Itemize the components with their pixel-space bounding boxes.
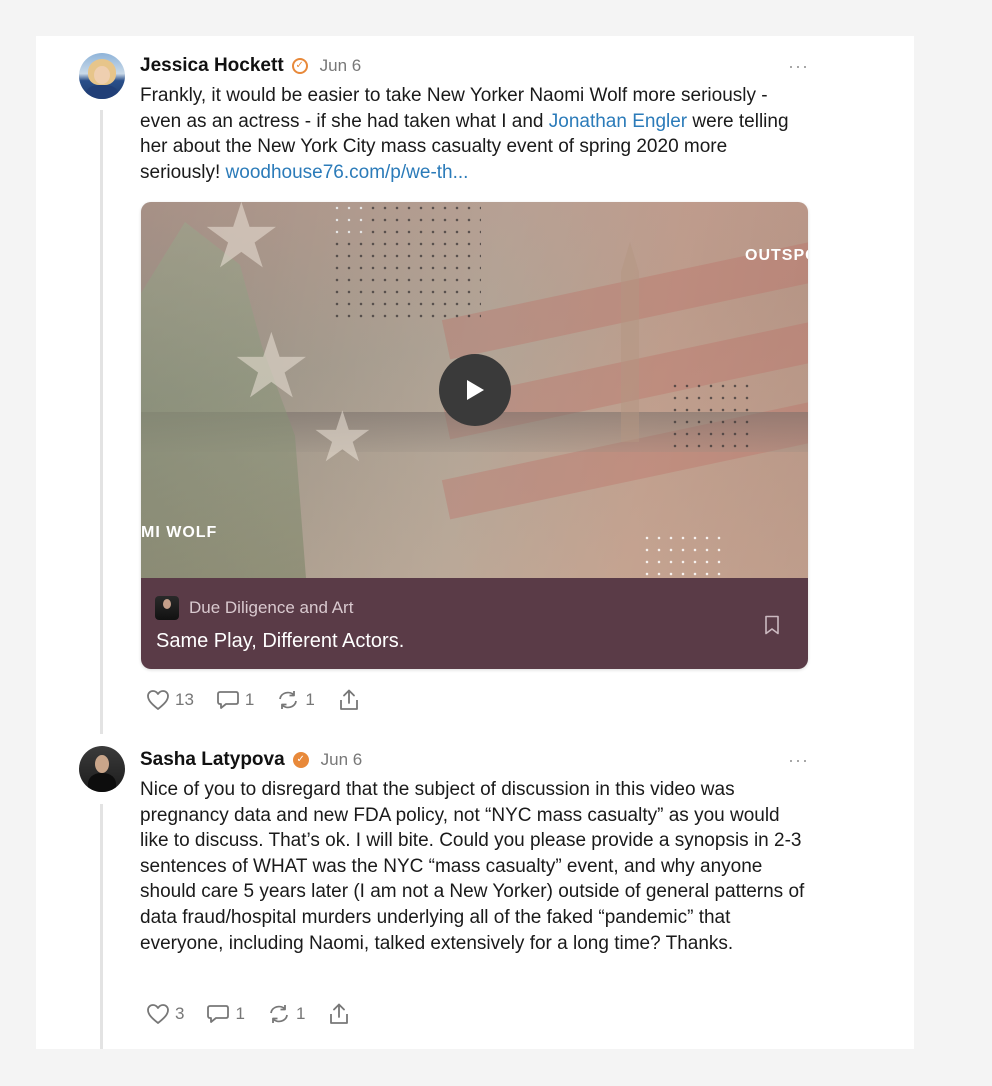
- play-button[interactable]: [439, 354, 511, 426]
- video-overlay-text: OUTSPO: [745, 247, 808, 264]
- video-thumbnail[interactable]: ★ ★ ★ OUTSPO MI WOLF: [141, 202, 808, 578]
- embed-footer[interactable]: Due Diligence and Art Same Play, Differe…: [141, 578, 808, 669]
- heart-icon: [147, 1004, 169, 1024]
- reply-button[interactable]: 1: [206, 1003, 245, 1025]
- comment-date[interactable]: Jun 6: [320, 56, 362, 76]
- comment-actions: 13 1 1: [146, 688, 388, 712]
- comment-date[interactable]: Jun 6: [321, 750, 363, 770]
- avatar[interactable]: [79, 53, 125, 99]
- reply-button[interactable]: 1: [216, 689, 254, 711]
- mention-link[interactable]: Jonathan Engler: [549, 111, 687, 132]
- heart-icon: [147, 690, 169, 710]
- restack-button[interactable]: 1: [267, 1003, 305, 1025]
- comment-count: 1: [235, 1004, 245, 1023]
- play-icon: [467, 380, 484, 400]
- more-options-icon[interactable]: ···: [788, 57, 809, 75]
- verified-icon: ✓: [291, 58, 308, 74]
- comment-header: Jessica Hockett ✓ Jun 6: [140, 53, 361, 79]
- refresh-icon: [270, 1005, 288, 1023]
- like-count: 3: [175, 1004, 185, 1023]
- comment-body: Nice of you to disregard that the subjec…: [140, 779, 805, 954]
- publication-name[interactable]: Due Diligence and Art: [189, 598, 353, 618]
- speech-bubble-icon: [207, 1005, 230, 1023]
- author-name[interactable]: Jessica Hockett: [140, 55, 284, 77]
- post-embed[interactable]: ★ ★ ★ OUTSPO MI WOLF Due Diligence and A…: [141, 202, 808, 669]
- comment-thread: Jessica Hockett ✓ Jun 6 ··· Frankly, it …: [36, 36, 914, 1049]
- thread-line: [100, 804, 103, 1049]
- like-count: 13: [175, 690, 194, 709]
- comment-actions: 3 1 1: [146, 1002, 378, 1026]
- video-overlay-text: MI WOLF: [141, 524, 218, 541]
- share-icon: [339, 689, 358, 710]
- verified-icon: ✓: [292, 752, 309, 768]
- publication-row[interactable]: Due Diligence and Art: [155, 596, 353, 620]
- thread-line: [100, 110, 103, 734]
- external-link[interactable]: woodhouse76.com/p/we-th...: [226, 162, 469, 183]
- more-options-icon[interactable]: ···: [788, 751, 809, 769]
- restack-button[interactable]: 1: [276, 689, 315, 711]
- comment-body: Frankly, it would be easier to take New …: [140, 83, 810, 185]
- restack-count: 1: [295, 1004, 306, 1023]
- share-button[interactable]: [337, 688, 366, 712]
- speech-bubble-icon: [217, 691, 239, 709]
- share-button[interactable]: [327, 1002, 356, 1026]
- comment-count: 1: [244, 690, 255, 709]
- share-icon: [330, 1003, 349, 1024]
- refresh-icon: [279, 691, 298, 709]
- like-button[interactable]: 13: [146, 689, 194, 711]
- comment-header: Sasha Latypova ✓ Jun 6: [140, 747, 362, 773]
- restack-count: 1: [305, 690, 315, 709]
- author-name[interactable]: Sasha Latypova: [140, 749, 285, 771]
- publication-logo: [155, 596, 179, 620]
- bookmark-icon[interactable]: [764, 615, 780, 635]
- avatar[interactable]: [79, 746, 125, 792]
- like-button[interactable]: 3: [146, 1003, 184, 1025]
- post-title[interactable]: Same Play, Different Actors.: [156, 630, 404, 653]
